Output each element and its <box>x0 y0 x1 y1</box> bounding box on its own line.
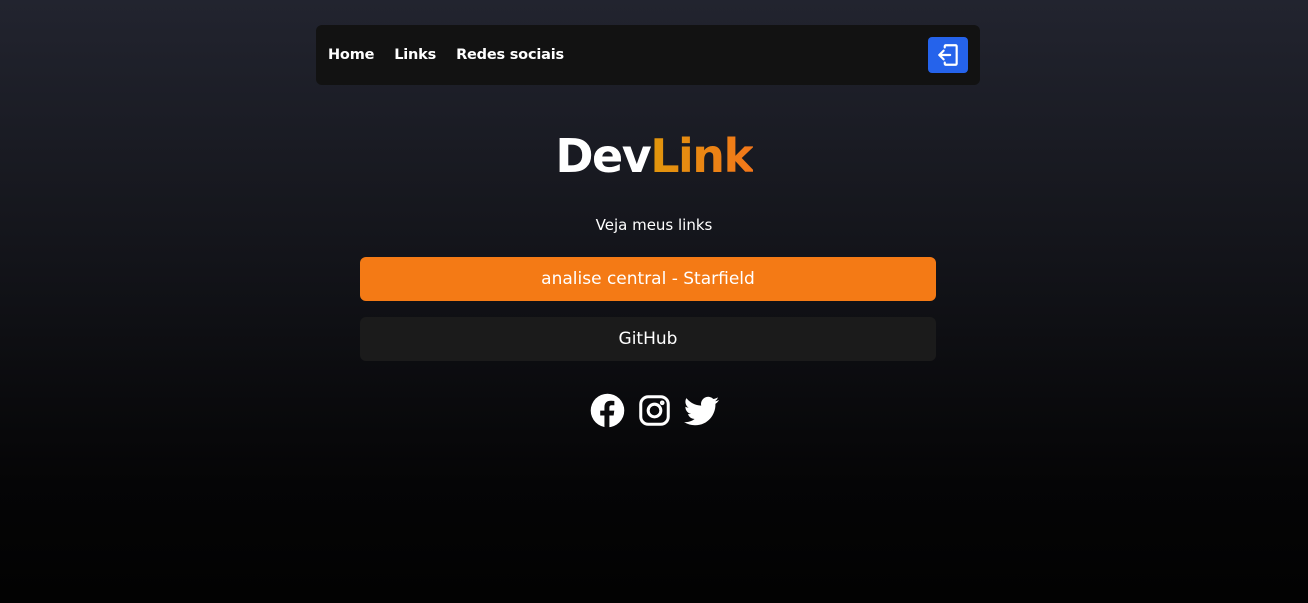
social-icons <box>0 393 1308 428</box>
link-button-github[interactable]: GitHub <box>360 317 936 361</box>
logo-link-text: Link <box>650 129 754 183</box>
nav-link-redes-sociais[interactable]: Redes sociais <box>456 47 564 63</box>
link-button-starfield[interactable]: analise central - Starfield <box>360 257 936 301</box>
logout-icon <box>938 44 958 66</box>
facebook-icon <box>590 393 624 428</box>
twitter-icon <box>683 396 719 425</box>
subtitle: Veja meus links <box>595 216 713 234</box>
instagram-link[interactable] <box>637 393 672 428</box>
top-navbar: Home Links Redes sociais <box>316 25 980 85</box>
logout-button[interactable] <box>928 37 968 73</box>
nav-link-links[interactable]: Links <box>394 47 436 63</box>
logo-dev-text: Dev <box>555 129 651 183</box>
instagram-icon <box>638 395 670 426</box>
twitter-link[interactable] <box>683 393 719 428</box>
nav-links: Home Links Redes sociais <box>328 47 564 63</box>
facebook-link[interactable] <box>590 393 625 428</box>
devlink-logo: DevLink <box>0 128 1308 184</box>
nav-link-home[interactable]: Home <box>328 47 374 63</box>
